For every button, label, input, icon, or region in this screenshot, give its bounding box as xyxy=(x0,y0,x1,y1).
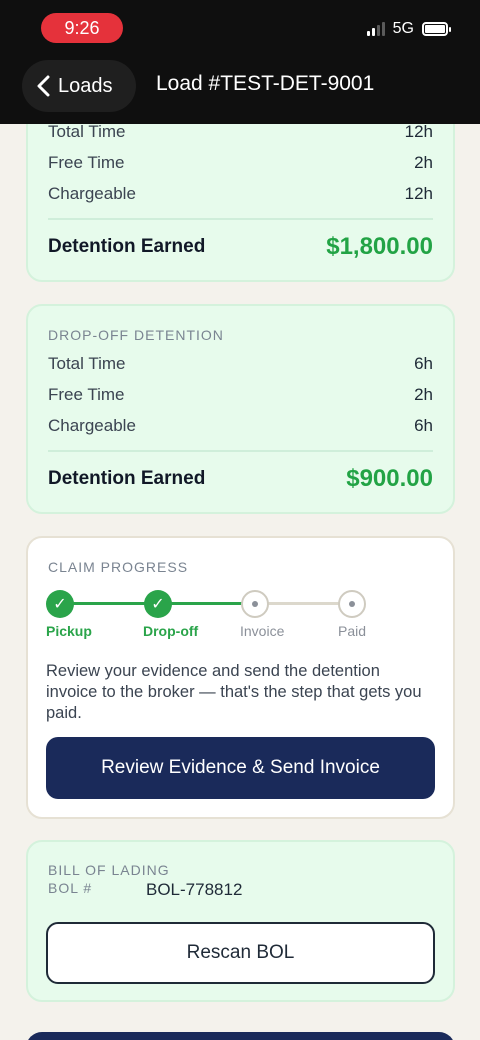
claim-message: Review your evidence and send the detent… xyxy=(46,662,422,722)
top-header: 9:26 5G Loads Load #TEST-DET-9001 xyxy=(0,0,480,124)
page-title: Load #TEST-DET-9001 xyxy=(156,72,375,95)
progress-line xyxy=(72,602,146,605)
row-value: 6h xyxy=(414,354,433,373)
progress-line xyxy=(170,602,242,605)
earned-label: Detention Earned xyxy=(48,236,206,257)
detail-row: Total Time 12h xyxy=(48,122,433,142)
earned-row: Detention Earned $1,800.00 xyxy=(48,233,433,261)
claim-progress-card: CLAIM PROGRESS ✓ ✓ Pickup Drop-off Invoi… xyxy=(26,536,455,819)
step-label-paid: Paid xyxy=(338,623,367,639)
battery-icon xyxy=(422,22,451,36)
row-label: Free Time xyxy=(48,153,125,172)
back-label: Loads xyxy=(58,74,113,97)
status-time: 9:26 xyxy=(41,13,123,43)
step-pickup-check-icon: ✓ xyxy=(46,590,74,618)
section-title: CLAIM PROGRESS xyxy=(48,559,189,575)
signal-icon xyxy=(366,22,385,36)
earned-row: Detention Earned $900.00 xyxy=(48,465,433,493)
row-label: Chargeable xyxy=(48,184,136,203)
row-value: 2h xyxy=(414,385,433,404)
step-label-dropoff: Drop-off xyxy=(143,623,199,639)
divider xyxy=(48,218,433,220)
row-value: 12h xyxy=(404,122,433,141)
row-label: Total Time xyxy=(48,354,126,373)
section-title: DROP-OFF DETENTION xyxy=(48,327,224,343)
chevron-left-icon xyxy=(37,75,50,97)
detail-row: Free Time 2h xyxy=(48,385,433,405)
step-label-invoice: Invoice xyxy=(240,623,285,639)
step-paid-dot-icon xyxy=(338,590,366,618)
earned-amount: $1,800.00 xyxy=(326,233,433,260)
row-value: 2h xyxy=(414,153,433,172)
step-invoice-dot-icon xyxy=(241,590,269,618)
rescan-bol-button[interactable]: Rescan BOL xyxy=(46,922,435,984)
step-label-pickup: Pickup xyxy=(46,623,92,639)
detail-row: Total Time 6h xyxy=(48,354,433,374)
back-button[interactable]: Loads xyxy=(22,60,136,112)
row-label: Chargeable xyxy=(48,416,136,435)
next-action-button[interactable] xyxy=(26,1032,455,1040)
network-label: 5G xyxy=(392,20,414,37)
detail-row: Chargeable 12h xyxy=(48,184,433,204)
detail-row: Free Time 2h xyxy=(48,153,433,173)
earned-amount: $900.00 xyxy=(346,465,433,492)
row-value: 12h xyxy=(404,184,433,203)
bill-of-lading-card: BILL OF LADING BOL # BOL-778812 Rescan B… xyxy=(26,840,455,1002)
bol-label: BOL # xyxy=(48,880,93,896)
bol-value: BOL-778812 xyxy=(146,880,243,899)
earned-label: Detention Earned xyxy=(48,468,206,489)
dropoff-detention-card: DROP-OFF DETENTION Total Time 6h Free Ti… xyxy=(26,304,455,514)
section-title: BILL OF LADING xyxy=(48,862,170,878)
detail-row: Chargeable 6h xyxy=(48,416,433,436)
row-label: Total Time xyxy=(48,122,126,141)
row-label: Free Time xyxy=(48,385,125,404)
divider xyxy=(48,450,433,452)
row-value: 6h xyxy=(414,416,433,435)
review-send-invoice-button[interactable]: Review Evidence & Send Invoice xyxy=(46,737,435,799)
status-indicators: 5G xyxy=(366,20,451,38)
progress-line xyxy=(268,602,340,605)
step-dropoff-check-icon: ✓ xyxy=(144,590,172,618)
